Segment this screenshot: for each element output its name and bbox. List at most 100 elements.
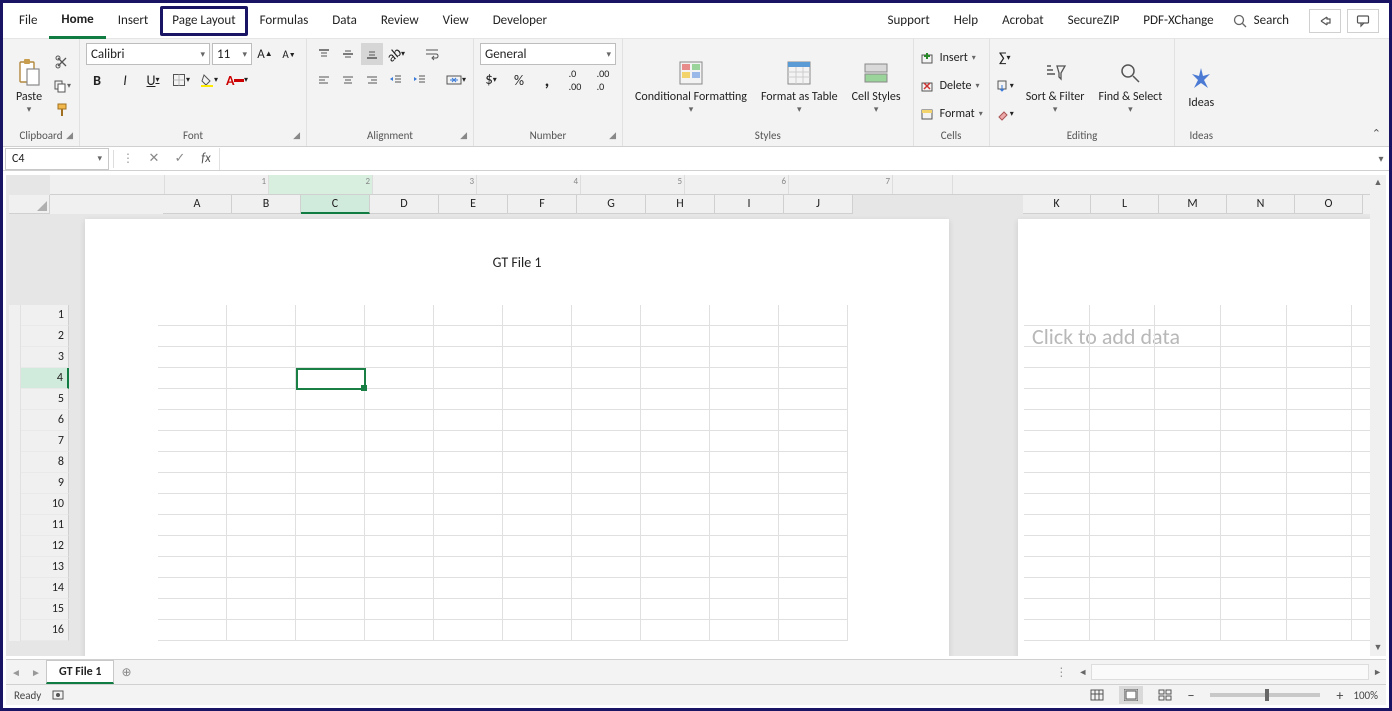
cell[interactable]: [227, 599, 296, 620]
cell[interactable]: [503, 347, 572, 368]
cell[interactable]: [572, 389, 641, 410]
cell[interactable]: [503, 368, 572, 389]
cell[interactable]: [1155, 599, 1221, 620]
cell[interactable]: [227, 515, 296, 536]
cell[interactable]: [434, 410, 503, 431]
col-header[interactable]: L: [1091, 195, 1159, 214]
cell[interactable]: [710, 473, 779, 494]
cell[interactable]: [365, 578, 434, 599]
cell[interactable]: [503, 305, 572, 326]
cell[interactable]: [1090, 347, 1156, 368]
cell[interactable]: [572, 368, 641, 389]
cell[interactable]: [572, 431, 641, 452]
comma-button[interactable]: ,: [536, 69, 558, 91]
decrease-decimal-button[interactable]: .00.0: [592, 69, 614, 91]
cell[interactable]: [1221, 620, 1287, 641]
col-header[interactable]: A: [163, 195, 232, 214]
cell[interactable]: [158, 473, 227, 494]
cell[interactable]: [1155, 536, 1221, 557]
row-header[interactable]: 5: [21, 389, 69, 410]
align-right-button[interactable]: [361, 69, 383, 91]
cell[interactable]: [503, 326, 572, 347]
cell[interactable]: [710, 347, 779, 368]
cell[interactable]: [779, 473, 848, 494]
cell[interactable]: [779, 368, 848, 389]
cell[interactable]: [572, 620, 641, 641]
tab-insert[interactable]: Insert: [106, 3, 161, 39]
cell[interactable]: [1024, 578, 1090, 599]
cell[interactable]: [434, 452, 503, 473]
scroll-right-icon[interactable]: ►: [1373, 667, 1382, 678]
cell[interactable]: [710, 620, 779, 641]
cell[interactable]: [158, 536, 227, 557]
cell[interactable]: [1024, 557, 1090, 578]
cell[interactable]: [641, 578, 710, 599]
cell[interactable]: [572, 305, 641, 326]
scroll-down-icon[interactable]: ▼: [1370, 640, 1386, 656]
cell[interactable]: [779, 347, 848, 368]
cell[interactable]: [1287, 389, 1353, 410]
cell[interactable]: [365, 347, 434, 368]
cell[interactable]: [503, 452, 572, 473]
tab-developer[interactable]: Developer: [481, 3, 559, 39]
cell[interactable]: [1221, 494, 1287, 515]
prev-sheet-button[interactable]: ◄: [6, 666, 26, 679]
search-label[interactable]: Search: [1254, 13, 1309, 28]
cell[interactable]: [227, 494, 296, 515]
sort-filter-button[interactable]: Sort & Filter▾: [1020, 44, 1091, 128]
cell[interactable]: [434, 368, 503, 389]
cell[interactable]: [1287, 431, 1353, 452]
col-header[interactable]: H: [646, 195, 715, 214]
cell[interactable]: [1221, 389, 1287, 410]
cell[interactable]: [503, 557, 572, 578]
add-sheet-button[interactable]: ⊕: [114, 660, 138, 684]
cell[interactable]: [1090, 431, 1156, 452]
page-header[interactable]: GT File 1: [85, 219, 949, 305]
cell[interactable]: [1155, 473, 1221, 494]
cell[interactable]: [434, 347, 503, 368]
cell[interactable]: [1090, 515, 1156, 536]
cell[interactable]: [710, 410, 779, 431]
cell[interactable]: [365, 494, 434, 515]
cell[interactable]: [227, 389, 296, 410]
cell[interactable]: [641, 494, 710, 515]
cell[interactable]: [641, 347, 710, 368]
accounting-button[interactable]: $▾: [480, 69, 502, 91]
col-header[interactable]: J: [784, 195, 853, 214]
increase-font-button[interactable]: A▲: [254, 43, 276, 65]
cell[interactable]: [572, 515, 641, 536]
cell[interactable]: [1024, 473, 1090, 494]
scroll-left-icon[interactable]: ◄: [1078, 667, 1087, 678]
cell[interactable]: [227, 452, 296, 473]
tab-acrobat[interactable]: Acrobat: [990, 3, 1056, 39]
horizontal-scrollbar[interactable]: ◄ ►: [1074, 664, 1386, 680]
copy-button[interactable]: ▾: [51, 75, 73, 97]
cell-styles-button[interactable]: Cell Styles▾: [846, 44, 907, 128]
cell[interactable]: [158, 410, 227, 431]
cell[interactable]: [710, 389, 779, 410]
cell[interactable]: [641, 536, 710, 557]
increase-indent-button[interactable]: [409, 69, 431, 91]
align-bottom-button[interactable]: [361, 43, 383, 65]
format-cells-button[interactable]: Format ▾: [920, 103, 983, 125]
align-left-button[interactable]: [313, 69, 335, 91]
cell[interactable]: [572, 410, 641, 431]
cell[interactable]: [779, 326, 848, 347]
cell[interactable]: [296, 305, 365, 326]
zoom-level[interactable]: 100%: [1353, 689, 1378, 702]
font-launcher-icon[interactable]: ◢: [293, 128, 300, 144]
cell[interactable]: [434, 494, 503, 515]
cell[interactable]: [503, 620, 572, 641]
col-header[interactable]: B: [232, 195, 301, 214]
row-header[interactable]: 3: [21, 347, 69, 368]
zoom-slider[interactable]: [1210, 693, 1320, 697]
cell[interactable]: [1090, 620, 1156, 641]
cell[interactable]: [1155, 347, 1221, 368]
number-format-combo[interactable]: General▾: [480, 43, 616, 65]
cell[interactable]: [1287, 473, 1353, 494]
cell[interactable]: [434, 620, 503, 641]
underline-button[interactable]: U▾: [142, 69, 164, 91]
comments-button[interactable]: [1347, 9, 1379, 33]
cell[interactable]: [1090, 557, 1156, 578]
cell[interactable]: [227, 410, 296, 431]
